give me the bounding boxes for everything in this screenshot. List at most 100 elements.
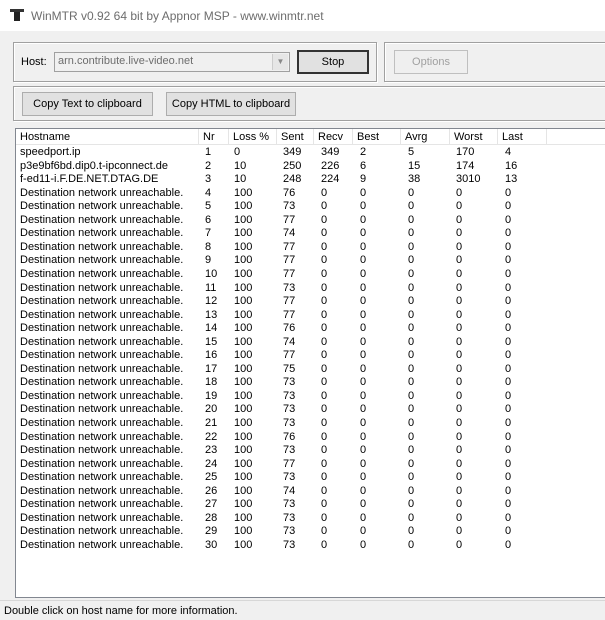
table-row[interactable]: Destination network unreachable. 15 100 74 0… bbox=[16, 336, 605, 350]
column-header-avrg[interactable]: Avrg bbox=[401, 129, 450, 145]
table-row[interactable]: Destination network unreachable. 22 100 76 0… bbox=[16, 431, 605, 445]
cell-nr: 29 bbox=[205, 525, 218, 538]
options-button[interactable]: Options bbox=[394, 50, 468, 74]
table-row[interactable]: Destination network unreachable. 7 100 74 0 0… bbox=[16, 227, 605, 241]
cell-last: 0 bbox=[505, 254, 512, 267]
cell-worst: 0 bbox=[456, 457, 463, 470]
table-row[interactable]: Destination network unreachable. 30 100 73 0… bbox=[16, 539, 605, 553]
cell-worst: 3010 bbox=[456, 173, 481, 186]
table-row[interactable]: Destination network unreachable. 13 100 77 0… bbox=[16, 309, 605, 323]
table-row[interactable]: Destination network unreachable. 20 100 73 0… bbox=[16, 403, 605, 417]
cell-recv: 0 bbox=[321, 240, 328, 253]
stop-button[interactable]: Stop bbox=[297, 50, 369, 74]
cell-loss: 100 bbox=[234, 457, 253, 470]
cell-hostname: speedport.ip bbox=[20, 146, 81, 158]
chevron-down-icon[interactable]: ▼ bbox=[272, 54, 288, 70]
cell-nr: 16 bbox=[205, 349, 218, 362]
table-row[interactable]: p3e9bf6bd.dip0.t-ipconnect.de 2 10 250 226 6 1… bbox=[16, 160, 605, 174]
cell-avrg: 0 bbox=[408, 525, 415, 538]
table-row[interactable]: Destination network unreachable. 12 100 77 0… bbox=[16, 295, 605, 309]
cell-sent: 74 bbox=[283, 335, 296, 348]
column-header-recv[interactable]: Recv bbox=[314, 129, 353, 145]
column-header-nr[interactable]: Nr bbox=[199, 129, 229, 145]
cell-hostname: Destination network unreachable. bbox=[20, 213, 184, 226]
cell-worst: 0 bbox=[456, 322, 463, 335]
column-header-best[interactable]: Best bbox=[353, 129, 401, 145]
column-header-hostname[interactable]: Hostname bbox=[16, 129, 199, 145]
cell-worst: 0 bbox=[456, 254, 463, 267]
status-bar: Double click on host name for more infor… bbox=[0, 600, 605, 620]
column-header-worst[interactable]: Worst bbox=[450, 129, 498, 145]
cell-recv: 0 bbox=[321, 525, 328, 538]
results-table[interactable]: Hostname Nr Loss % Sent Recv Best Avrg Worst Las… bbox=[15, 128, 605, 598]
table-row[interactable]: Destination network unreachable. 23 100 73 0… bbox=[16, 444, 605, 458]
cell-worst: 0 bbox=[456, 403, 463, 416]
cell-recv: 349 bbox=[321, 146, 340, 158]
column-header-loss[interactable]: Loss % bbox=[229, 129, 277, 145]
table-row[interactable]: Destination network unreachable. 27 100 73 0… bbox=[16, 498, 605, 512]
table-row[interactable]: Destination network unreachable. 11 100 73 0… bbox=[16, 282, 605, 296]
table-row[interactable]: Destination network unreachable. 24 100 77 0… bbox=[16, 458, 605, 472]
table-row[interactable]: Destination network unreachable. 28 100 73 0… bbox=[16, 512, 605, 526]
table-row[interactable]: Destination network unreachable. 9 100 77 0 0… bbox=[16, 254, 605, 268]
copy-html-button[interactable]: Copy HTML to clipboard bbox=[166, 92, 296, 116]
host-combobox[interactable]: arn.contribute.live-video.net ▼ bbox=[54, 52, 290, 72]
cell-recv: 0 bbox=[321, 200, 328, 213]
table-row[interactable]: Destination network unreachable. 19 100 73 0… bbox=[16, 390, 605, 404]
table-row[interactable]: Destination network unreachable. 4 100 76 0 0… bbox=[16, 187, 605, 201]
cell-best: 0 bbox=[360, 186, 367, 199]
cell-hostname: Destination network unreachable. bbox=[20, 267, 184, 280]
table-row[interactable]: Destination network unreachable. 25 100 73 0… bbox=[16, 471, 605, 485]
cell-hostname: Destination network unreachable. bbox=[20, 538, 184, 551]
cell-hostname: Destination network unreachable. bbox=[20, 281, 184, 294]
cell-recv: 0 bbox=[321, 213, 328, 226]
cell-sent: 77 bbox=[283, 349, 296, 362]
cell-last: 16 bbox=[505, 159, 518, 172]
table-row[interactable]: Destination network unreachable. 21 100 73 0… bbox=[16, 417, 605, 431]
cell-best: 0 bbox=[360, 322, 367, 335]
column-header-sent[interactable]: Sent bbox=[277, 129, 314, 145]
table-row[interactable]: Destination network unreachable. 5 100 73 0 0… bbox=[16, 200, 605, 214]
cell-worst: 0 bbox=[456, 200, 463, 213]
cell-hostname: Destination network unreachable. bbox=[20, 308, 184, 321]
cell-loss: 100 bbox=[234, 186, 253, 199]
cell-nr: 11 bbox=[205, 281, 217, 294]
cell-recv: 0 bbox=[321, 281, 328, 294]
cell-hostname: Destination network unreachable. bbox=[20, 403, 184, 416]
cell-best: 0 bbox=[360, 254, 367, 267]
table-row[interactable]: Destination network unreachable. 18 100 73 0… bbox=[16, 376, 605, 390]
table-row[interactable]: Destination network unreachable. 17 100 75 0… bbox=[16, 363, 605, 377]
cell-hostname: Destination network unreachable. bbox=[20, 335, 184, 348]
cell-worst: 0 bbox=[456, 430, 463, 443]
cell-best: 0 bbox=[360, 484, 367, 497]
table-row[interactable]: Destination network unreachable. 8 100 77 0 0… bbox=[16, 241, 605, 255]
table-row[interactable]: Destination network unreachable. 10 100 77 0… bbox=[16, 268, 605, 282]
cell-loss: 100 bbox=[234, 389, 253, 402]
cell-worst: 0 bbox=[456, 376, 463, 389]
cell-last: 0 bbox=[505, 376, 512, 389]
cell-best: 0 bbox=[360, 295, 367, 308]
cell-recv: 0 bbox=[321, 389, 328, 402]
table-row[interactable]: Destination network unreachable. 6 100 77 0 0… bbox=[16, 214, 605, 228]
column-header-last[interactable]: Last bbox=[498, 129, 547, 145]
table-row[interactable]: Destination network unreachable. 29 100 73 0… bbox=[16, 525, 605, 539]
table-row[interactable]: Destination network unreachable. 26 100 74 0… bbox=[16, 485, 605, 499]
cell-last: 0 bbox=[505, 403, 512, 416]
cell-nr: 25 bbox=[205, 471, 218, 484]
cell-last: 0 bbox=[505, 511, 512, 524]
table-row[interactable]: Destination network unreachable. 16 100 77 0… bbox=[16, 349, 605, 363]
cell-last: 0 bbox=[505, 322, 512, 335]
cell-loss: 100 bbox=[234, 308, 253, 321]
cell-worst: 0 bbox=[456, 525, 463, 538]
cell-recv: 0 bbox=[321, 376, 328, 389]
table-row[interactable]: f-ed11-i.F.DE.NET.DTAG.DE 3 10 248 224 9 38 301… bbox=[16, 173, 605, 187]
copy-text-button[interactable]: Copy Text to clipboard bbox=[22, 92, 153, 116]
cell-avrg: 0 bbox=[408, 403, 415, 416]
cell-last: 0 bbox=[505, 471, 512, 484]
table-row[interactable]: Destination network unreachable. 14 100 76 0… bbox=[16, 322, 605, 336]
cell-worst: 0 bbox=[456, 498, 463, 511]
cell-best: 0 bbox=[360, 362, 367, 375]
table-row[interactable]: speedport.ip 1 0 349 349 2 5 170 4 bbox=[16, 146, 605, 160]
cell-hostname: Destination network unreachable. bbox=[20, 227, 184, 240]
cell-worst: 0 bbox=[456, 362, 463, 375]
